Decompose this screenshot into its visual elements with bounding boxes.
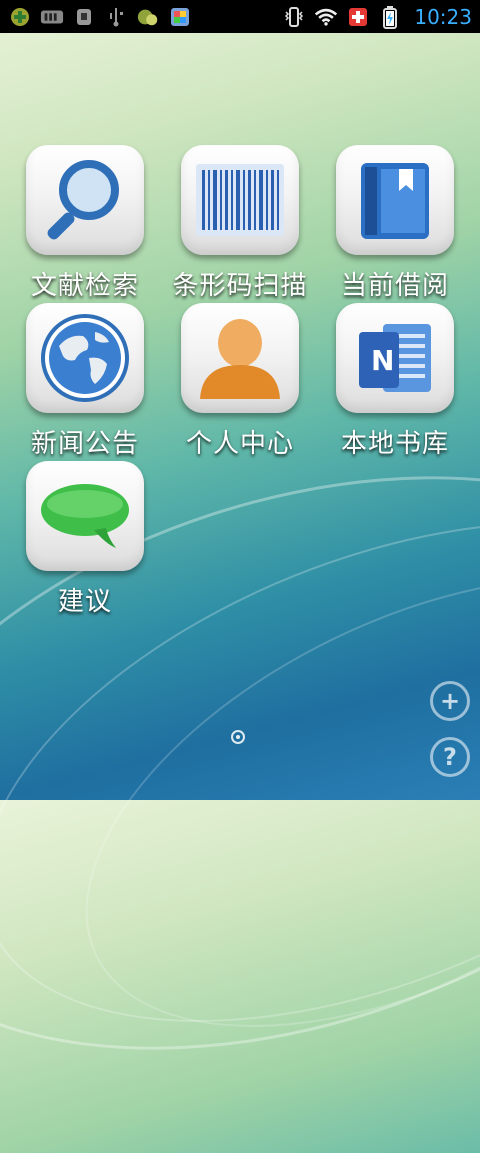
android-icon	[72, 6, 96, 28]
usb-icon	[104, 6, 128, 28]
question-icon: ?	[443, 743, 457, 771]
status-clock: 10:23	[414, 4, 472, 29]
app-tile[interactable]	[181, 145, 299, 255]
help-button[interactable]: ?	[430, 737, 470, 777]
battery-charging-icon	[378, 5, 402, 29]
app-tile[interactable]: N	[336, 303, 454, 413]
puzzle-icon	[136, 6, 160, 28]
app-personal-center[interactable]: 个人中心	[165, 303, 315, 460]
app-label: 本地书库	[340, 429, 449, 459]
notes-icon: N	[359, 324, 431, 392]
plus-circle-icon	[8, 6, 32, 28]
wifi-icon	[314, 6, 338, 28]
medical-icon	[346, 6, 370, 28]
barcode-icon	[196, 164, 284, 236]
person-icon	[200, 319, 280, 399]
app-tile[interactable]	[26, 145, 144, 255]
page-indicator	[231, 730, 245, 744]
app-news[interactable]: 新闻公告	[10, 303, 160, 460]
add-button[interactable]: +	[430, 681, 470, 721]
bars-icon	[40, 6, 64, 28]
app-tile[interactable]	[336, 145, 454, 255]
app-label: 新闻公告	[30, 429, 139, 459]
system-icons: 10:23	[282, 5, 472, 29]
speech-bubble-icon	[41, 484, 129, 548]
app-label: 条形码扫描	[172, 271, 308, 301]
app-barcode-scan[interactable]: 条形码扫描	[165, 145, 315, 302]
plus-icon: +	[439, 687, 461, 715]
app-label: 个人中心	[185, 429, 294, 459]
app-literature-search[interactable]: 文献检索	[10, 145, 160, 302]
status-bar: 10:23	[0, 0, 480, 33]
app-label: 当前借阅	[340, 271, 449, 301]
app-tile[interactable]	[181, 303, 299, 413]
app-tile[interactable]	[26, 303, 144, 413]
app-label: 建议	[57, 587, 112, 617]
app-label: 文献检索	[30, 271, 139, 301]
vibrate-icon	[282, 6, 306, 28]
svg-text:N: N	[371, 344, 394, 377]
app-current-borrowing[interactable]: 当前借阅	[320, 145, 470, 302]
globe-icon	[41, 314, 129, 402]
notification-icons	[8, 6, 192, 28]
app-local-library[interactable]: N 本地书库	[320, 303, 470, 460]
app-tile[interactable]	[26, 461, 144, 571]
magnifier-icon	[47, 160, 119, 240]
photos-icon	[168, 6, 192, 28]
book-icon	[361, 163, 429, 239]
app-suggestion[interactable]: 建议	[10, 461, 160, 618]
